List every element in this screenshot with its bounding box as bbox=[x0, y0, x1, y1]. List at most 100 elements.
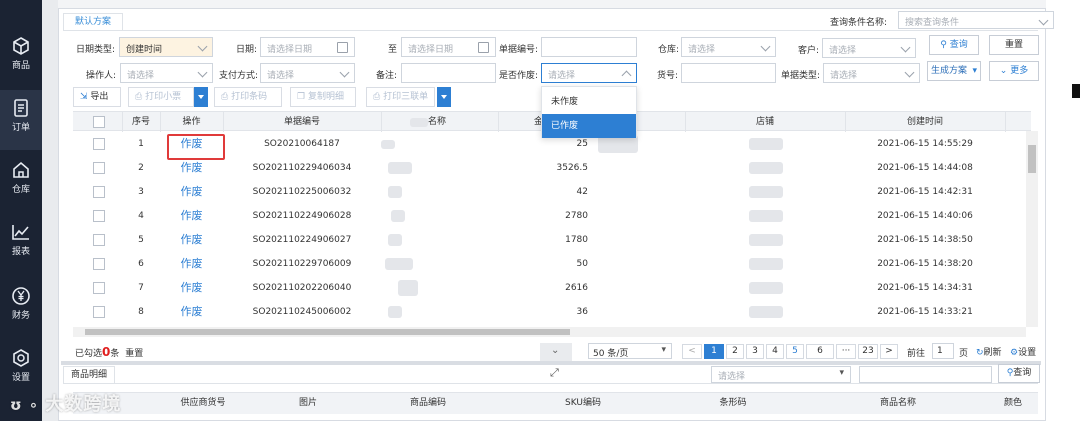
nav-item-warehouse[interactable]: 仓库 bbox=[0, 152, 42, 212]
row-checkbox[interactable] bbox=[93, 186, 105, 198]
payment-label: 支付方式: bbox=[219, 71, 259, 81]
col-header-created: 创建时间 bbox=[906, 117, 943, 127]
print-ticket-button[interactable]: ⎙ 打印小票 bbox=[128, 87, 194, 107]
select-all-checkbox[interactable] bbox=[93, 116, 105, 128]
row-checkbox[interactable] bbox=[93, 258, 105, 270]
customer-select[interactable]: 请选择 bbox=[822, 38, 916, 58]
page-unit: 页 bbox=[959, 349, 969, 359]
more-button[interactable]: ⌄ 更多 bbox=[989, 61, 1039, 81]
collapse-handle[interactable]: ⌄ bbox=[540, 343, 572, 361]
table-row[interactable]: 6 作废 SO202110229706009 50 2021-06-15 14:… bbox=[73, 252, 1025, 277]
amount: 3526.5 bbox=[556, 163, 589, 173]
page-size-select[interactable]: 50 条/页 ▾ bbox=[588, 343, 672, 359]
prev-page-button[interactable]: < bbox=[682, 344, 702, 359]
table-row[interactable]: 5 作废 SO202110224906027 1780 2021-06-15 1… bbox=[73, 228, 1025, 253]
page-ellipsis[interactable]: ··· bbox=[836, 344, 856, 359]
reset-button[interactable]: 重置 bbox=[989, 35, 1039, 55]
export-button[interactable]: ⇲ 导出 bbox=[73, 87, 121, 107]
query-name-select[interactable]: 搜索查询条件 bbox=[898, 11, 1054, 29]
next-page-button[interactable]: > bbox=[880, 344, 898, 359]
panel-splitter[interactable] bbox=[61, 361, 1041, 365]
page-6[interactable]: 6 bbox=[806, 344, 834, 359]
page-3[interactable]: 3 bbox=[746, 344, 764, 359]
page-5[interactable]: 5 bbox=[786, 344, 804, 359]
chevron-down-icon bbox=[904, 67, 915, 78]
query-name-label: 查询条件名称: bbox=[830, 18, 888, 28]
footer-reset-link[interactable]: 重置 bbox=[125, 349, 143, 359]
search-icon: ⚲ bbox=[940, 40, 950, 50]
voided-placeholder: 请选择 bbox=[548, 71, 576, 81]
option-voided[interactable]: 已作废 bbox=[542, 114, 636, 138]
row-checkbox[interactable] bbox=[93, 282, 105, 294]
nav-item-report[interactable]: 报表 bbox=[0, 214, 42, 274]
row-checkbox[interactable] bbox=[93, 234, 105, 246]
void-link[interactable]: 作废 bbox=[160, 228, 223, 252]
vertical-scrollbar[interactable] bbox=[1026, 131, 1038, 327]
tab-product-detail[interactable]: 商品明细 bbox=[63, 366, 115, 384]
refresh-button[interactable]: ↻刷新 bbox=[976, 345, 1002, 358]
nav-label: 设置 bbox=[11, 373, 30, 383]
scrollbar-thumb[interactable] bbox=[1028, 145, 1036, 173]
bill-no-input[interactable] bbox=[541, 37, 637, 57]
detail-select[interactable]: 请选择 ▾ bbox=[711, 366, 851, 383]
table-row[interactable]: 3 作废 SO202110225006032 42 2021-06-15 14:… bbox=[73, 180, 1025, 205]
bill-type-select[interactable]: 请选择 bbox=[823, 63, 920, 83]
amount: 36 bbox=[576, 307, 588, 317]
copy-icon: ❐ bbox=[297, 92, 308, 102]
row-no: 3 bbox=[138, 187, 144, 197]
page-4[interactable]: 4 bbox=[766, 344, 784, 359]
print-triplicate-dropdown[interactable] bbox=[437, 87, 451, 107]
scrollbar-thumb[interactable] bbox=[85, 329, 570, 335]
gen-plan-button[interactable]: 生成方案 ▾ bbox=[927, 61, 981, 81]
page-1[interactable]: 1 bbox=[704, 344, 724, 359]
created-time: 2021-06-15 14:38:50 bbox=[877, 235, 973, 245]
date-to-input[interactable]: 请选择日期 bbox=[401, 37, 496, 57]
option-not-voided[interactable]: 未作废 bbox=[542, 90, 636, 114]
tab-default-plan[interactable]: 默认方案 bbox=[63, 13, 123, 31]
calendar-icon bbox=[478, 42, 489, 53]
print-triplicate-button[interactable]: ⎙ 打印三联单 bbox=[366, 87, 435, 107]
query-button[interactable]: ⚲ 查询 bbox=[929, 35, 979, 55]
row-checkbox[interactable] bbox=[93, 162, 105, 174]
caret-down-icon: ▾ bbox=[661, 345, 666, 355]
void-link[interactable]: 作废 bbox=[160, 276, 223, 300]
copy-detail-button[interactable]: ❐ 复制明细 bbox=[290, 87, 356, 107]
row-checkbox[interactable] bbox=[93, 210, 105, 222]
void-link[interactable]: 作废 bbox=[160, 300, 223, 324]
refresh-label: 刷新 bbox=[983, 348, 1002, 358]
void-link[interactable]: 作废 bbox=[160, 204, 223, 228]
void-link[interactable]: 作废 bbox=[160, 180, 223, 204]
settings-button[interactable]: ⚙设置 bbox=[1010, 345, 1036, 358]
print-barcode-button[interactable]: ⎙ 打印条码 bbox=[214, 87, 282, 107]
void-link[interactable]: 作废 bbox=[160, 252, 223, 276]
date-from-input[interactable]: 请选择日期 bbox=[260, 37, 355, 57]
nav-item-order[interactable]: 订单 bbox=[0, 90, 42, 150]
date-type-select[interactable]: 创建时间 bbox=[119, 37, 213, 57]
print-ticket-dropdown[interactable] bbox=[194, 87, 208, 107]
voided-select[interactable]: 请选择 bbox=[541, 63, 637, 83]
warehouse-select[interactable]: 请选择 bbox=[681, 37, 776, 57]
table-row[interactable]: 8 作废 SO202110245006002 36 2021-06-15 14:… bbox=[73, 300, 1025, 325]
horizontal-scrollbar[interactable] bbox=[73, 327, 1026, 337]
chevron-down-icon bbox=[197, 67, 208, 78]
detail-query-button[interactable]: ⚲查询 bbox=[998, 364, 1040, 383]
page-last[interactable]: 23 bbox=[858, 344, 878, 359]
nav-item-finance[interactable]: 财务 bbox=[0, 278, 42, 338]
watermark-logo: ʊ ∘ 大数跨境 bbox=[10, 390, 121, 416]
date-to-placeholder: 请选择日期 bbox=[408, 45, 454, 55]
page-2[interactable]: 2 bbox=[726, 344, 744, 359]
table-row[interactable]: 7 作废 SO202110202206040 2616 2021-06-15 1… bbox=[73, 276, 1025, 301]
operator-select[interactable]: 请选择 bbox=[120, 63, 213, 83]
payment-select[interactable]: 请选择 bbox=[260, 63, 355, 83]
chevron-up-icon bbox=[621, 70, 632, 81]
detail-search-input[interactable] bbox=[859, 366, 992, 383]
row-checkbox[interactable] bbox=[93, 138, 105, 150]
remark-input[interactable] bbox=[401, 63, 496, 83]
sku-input[interactable] bbox=[681, 63, 776, 83]
goto-input[interactable]: 1 bbox=[932, 343, 954, 359]
nav-item-product[interactable]: 商品 bbox=[0, 28, 42, 88]
bill-no: SO202110229406034 bbox=[252, 163, 352, 173]
table-row[interactable]: 4 作废 SO202110224906028 2780 2021-06-15 1… bbox=[73, 204, 1025, 229]
expand-icon[interactable]: ⤢ bbox=[550, 366, 559, 380]
row-checkbox[interactable] bbox=[93, 306, 105, 318]
